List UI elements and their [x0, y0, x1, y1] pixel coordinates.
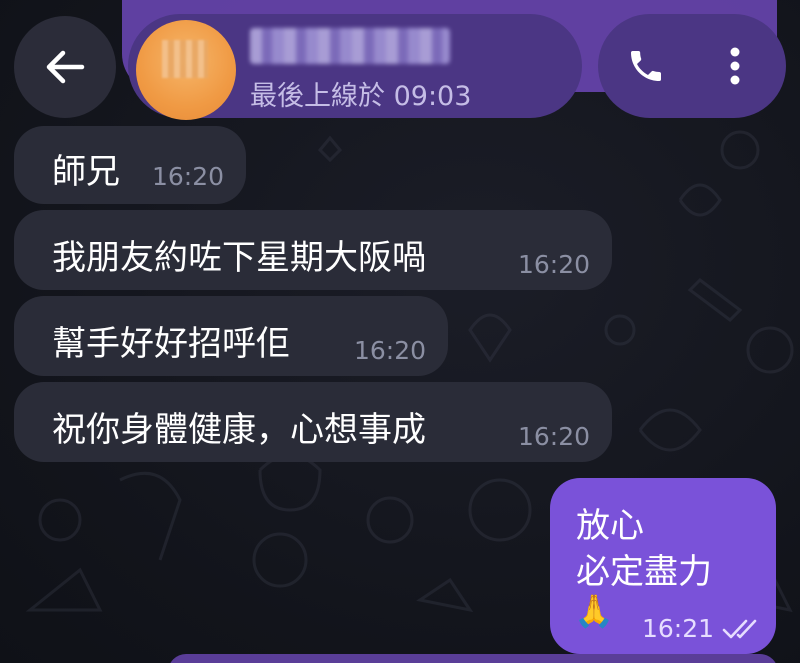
message-text-line: 必定盡力 — [576, 552, 712, 592]
message-bubble-incoming[interactable]: 祝你身體健康，心想事成 16:20 — [14, 382, 612, 462]
message-bubble-incoming[interactable]: 幫手好好招呼佢 16:20 — [14, 296, 448, 376]
double-check-icon — [722, 619, 757, 639]
phone-icon — [631, 51, 661, 81]
message-time: 16:20 — [518, 422, 591, 451]
message-text: 師兄 — [52, 152, 120, 192]
call-button[interactable] — [606, 24, 686, 108]
message-text: 祝你身體健康，心想事成 — [52, 410, 426, 450]
contact-name: █████ ████ — [250, 26, 487, 61]
message-time: 16:21 — [642, 614, 715, 643]
message-bubble-incoming[interactable]: 師兄 16:20 — [14, 126, 246, 204]
praying-hands-emoji: 🙏 — [574, 592, 614, 630]
message-time: 16:20 — [518, 250, 591, 279]
message-text: 幫手好好招呼佢 — [52, 324, 290, 364]
arrow-left-icon — [46, 50, 85, 84]
composer-edge — [168, 654, 778, 663]
message-text: 我朋友約咗下星期大阪喎 — [52, 238, 426, 278]
avatar-redaction — [162, 40, 208, 78]
chat-screen: █████ ████ 最後上線於 09:03 師兄 16:20 我朋友約咗下星期… — [0, 0, 800, 663]
message-time: 16:20 — [152, 162, 225, 191]
back-button[interactable] — [14, 16, 116, 118]
more-menu-button[interactable] — [700, 24, 770, 108]
message-time: 16:20 — [354, 336, 427, 365]
message-text-line: 放心 — [576, 506, 644, 546]
last-seen-status: 最後上線於 09:03 — [250, 81, 472, 112]
message-bubble-incoming[interactable]: 我朋友約咗下星期大阪喎 16:20 — [14, 210, 612, 290]
more-vertical-icon — [730, 47, 740, 85]
message-bubble-outgoing[interactable]: 放心 必定盡力 🙏 16:21 — [550, 478, 776, 654]
